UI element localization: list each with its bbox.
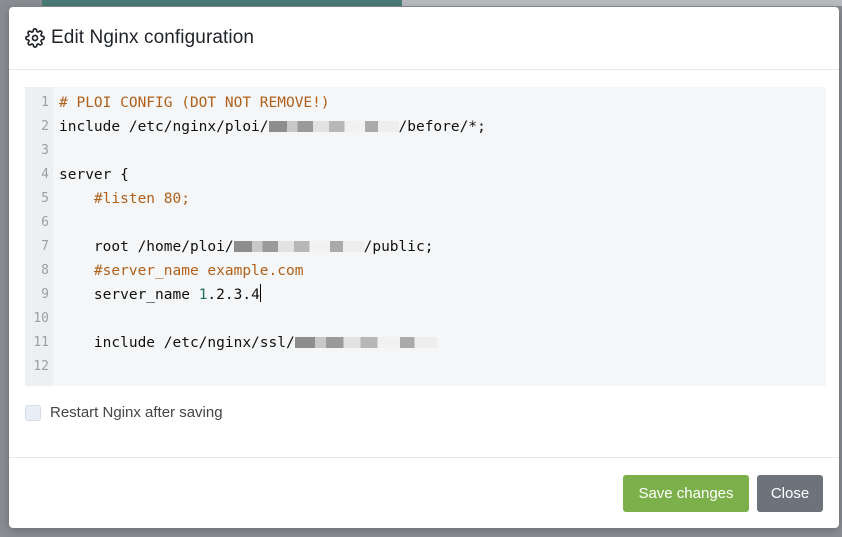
code-line: 11 include /etc/nginx/ssl/ (25, 331, 826, 355)
code-comment: #listen 80; (93, 191, 190, 207)
code-comment: # PLOI CONFIG (DOT NOT REMOVE!) (59, 95, 330, 111)
code-line: 7 root /home/ploi/ /public; (25, 235, 826, 259)
restart-nginx-checkbox[interactable] (25, 404, 41, 421)
code-text: include /etc/nginx/ssl/ (59, 331, 437, 355)
line-number: 10 (33, 311, 49, 326)
code-comment: #server_name example.com (93, 263, 304, 279)
line-number: 9 (41, 287, 49, 302)
gear-icon (25, 28, 45, 48)
modal-title: Edit Nginx configuration (51, 27, 255, 48)
code-token: include /etc/nginx/ssl/ (59, 335, 295, 351)
modal-footer: Save changes Close (9, 457, 839, 528)
line-number: 5 (41, 191, 49, 206)
code-text: # PLOI CONFIG (DOT NOT REMOVE!) (59, 91, 330, 115)
code-line: 6 (25, 211, 826, 235)
line-number: 12 (33, 359, 49, 374)
line-number: 4 (41, 167, 49, 182)
editor-lines: 1 # PLOI CONFIG (DOT NOT REMOVE!) 2 include… (25, 91, 826, 379)
code-text: server_name 1.2.3.4 (59, 283, 261, 307)
code-text: #listen 80; (59, 187, 190, 211)
code-token: root /home/ploi/ (59, 239, 234, 255)
code-line: 9 server_name 1.2.3.4 (25, 283, 826, 307)
code-text: root /home/ploi/ /public; (59, 235, 434, 259)
background-header-strip (402, 0, 842, 6)
nginx-config-modal: Edit Nginx configuration 1 # PLOI CONFIG … (9, 7, 839, 528)
line-number: 2 (41, 119, 49, 134)
code-editor[interactable]: 1 # PLOI CONFIG (DOT NOT REMOVE!) 2 include… (25, 87, 826, 386)
line-number: 8 (41, 263, 49, 278)
code-token: .2.3.4 (207, 287, 260, 303)
code-text: include /etc/nginx/ploi/ /before/*; (59, 115, 486, 139)
code-token: server { (59, 167, 129, 183)
redacted-text (294, 337, 437, 348)
line-number: 11 (33, 335, 49, 350)
redacted-text (233, 241, 364, 252)
code-text: server { (59, 163, 129, 187)
close-button[interactable]: Close (757, 475, 823, 512)
code-line: 2 include /etc/nginx/ploi/ /before/*; (25, 115, 826, 139)
code-token: /before/*; (398, 119, 486, 135)
line-number: 1 (41, 95, 49, 110)
redacted-text (268, 121, 399, 132)
code-token: server_name (59, 287, 199, 303)
code-line: 3 (25, 139, 826, 163)
text-cursor (259, 284, 261, 302)
restart-nginx-label[interactable]: Restart Nginx after saving (50, 404, 223, 421)
code-line: 1 # PLOI CONFIG (DOT NOT REMOVE!) (25, 91, 826, 115)
code-token: /public; (363, 239, 434, 255)
line-number: 6 (41, 215, 49, 230)
code-text: #server_name example.com (59, 259, 304, 283)
restart-nginx-option[interactable]: Restart Nginx after saving (25, 404, 223, 421)
code-line: 8 #server_name example.com (25, 259, 826, 283)
save-changes-button[interactable]: Save changes (623, 475, 749, 512)
line-number: 3 (41, 143, 49, 158)
code-line: 5 #listen 80; (25, 187, 826, 211)
code-line: 10 (25, 307, 826, 331)
line-number: 7 (41, 239, 49, 254)
code-line: 12 (25, 355, 826, 379)
code-token: include /etc/nginx/ploi/ (59, 119, 269, 135)
background-tab-bar (42, 0, 402, 6)
modal-header: Edit Nginx configuration (9, 7, 839, 70)
code-line: 4 server { (25, 163, 826, 187)
